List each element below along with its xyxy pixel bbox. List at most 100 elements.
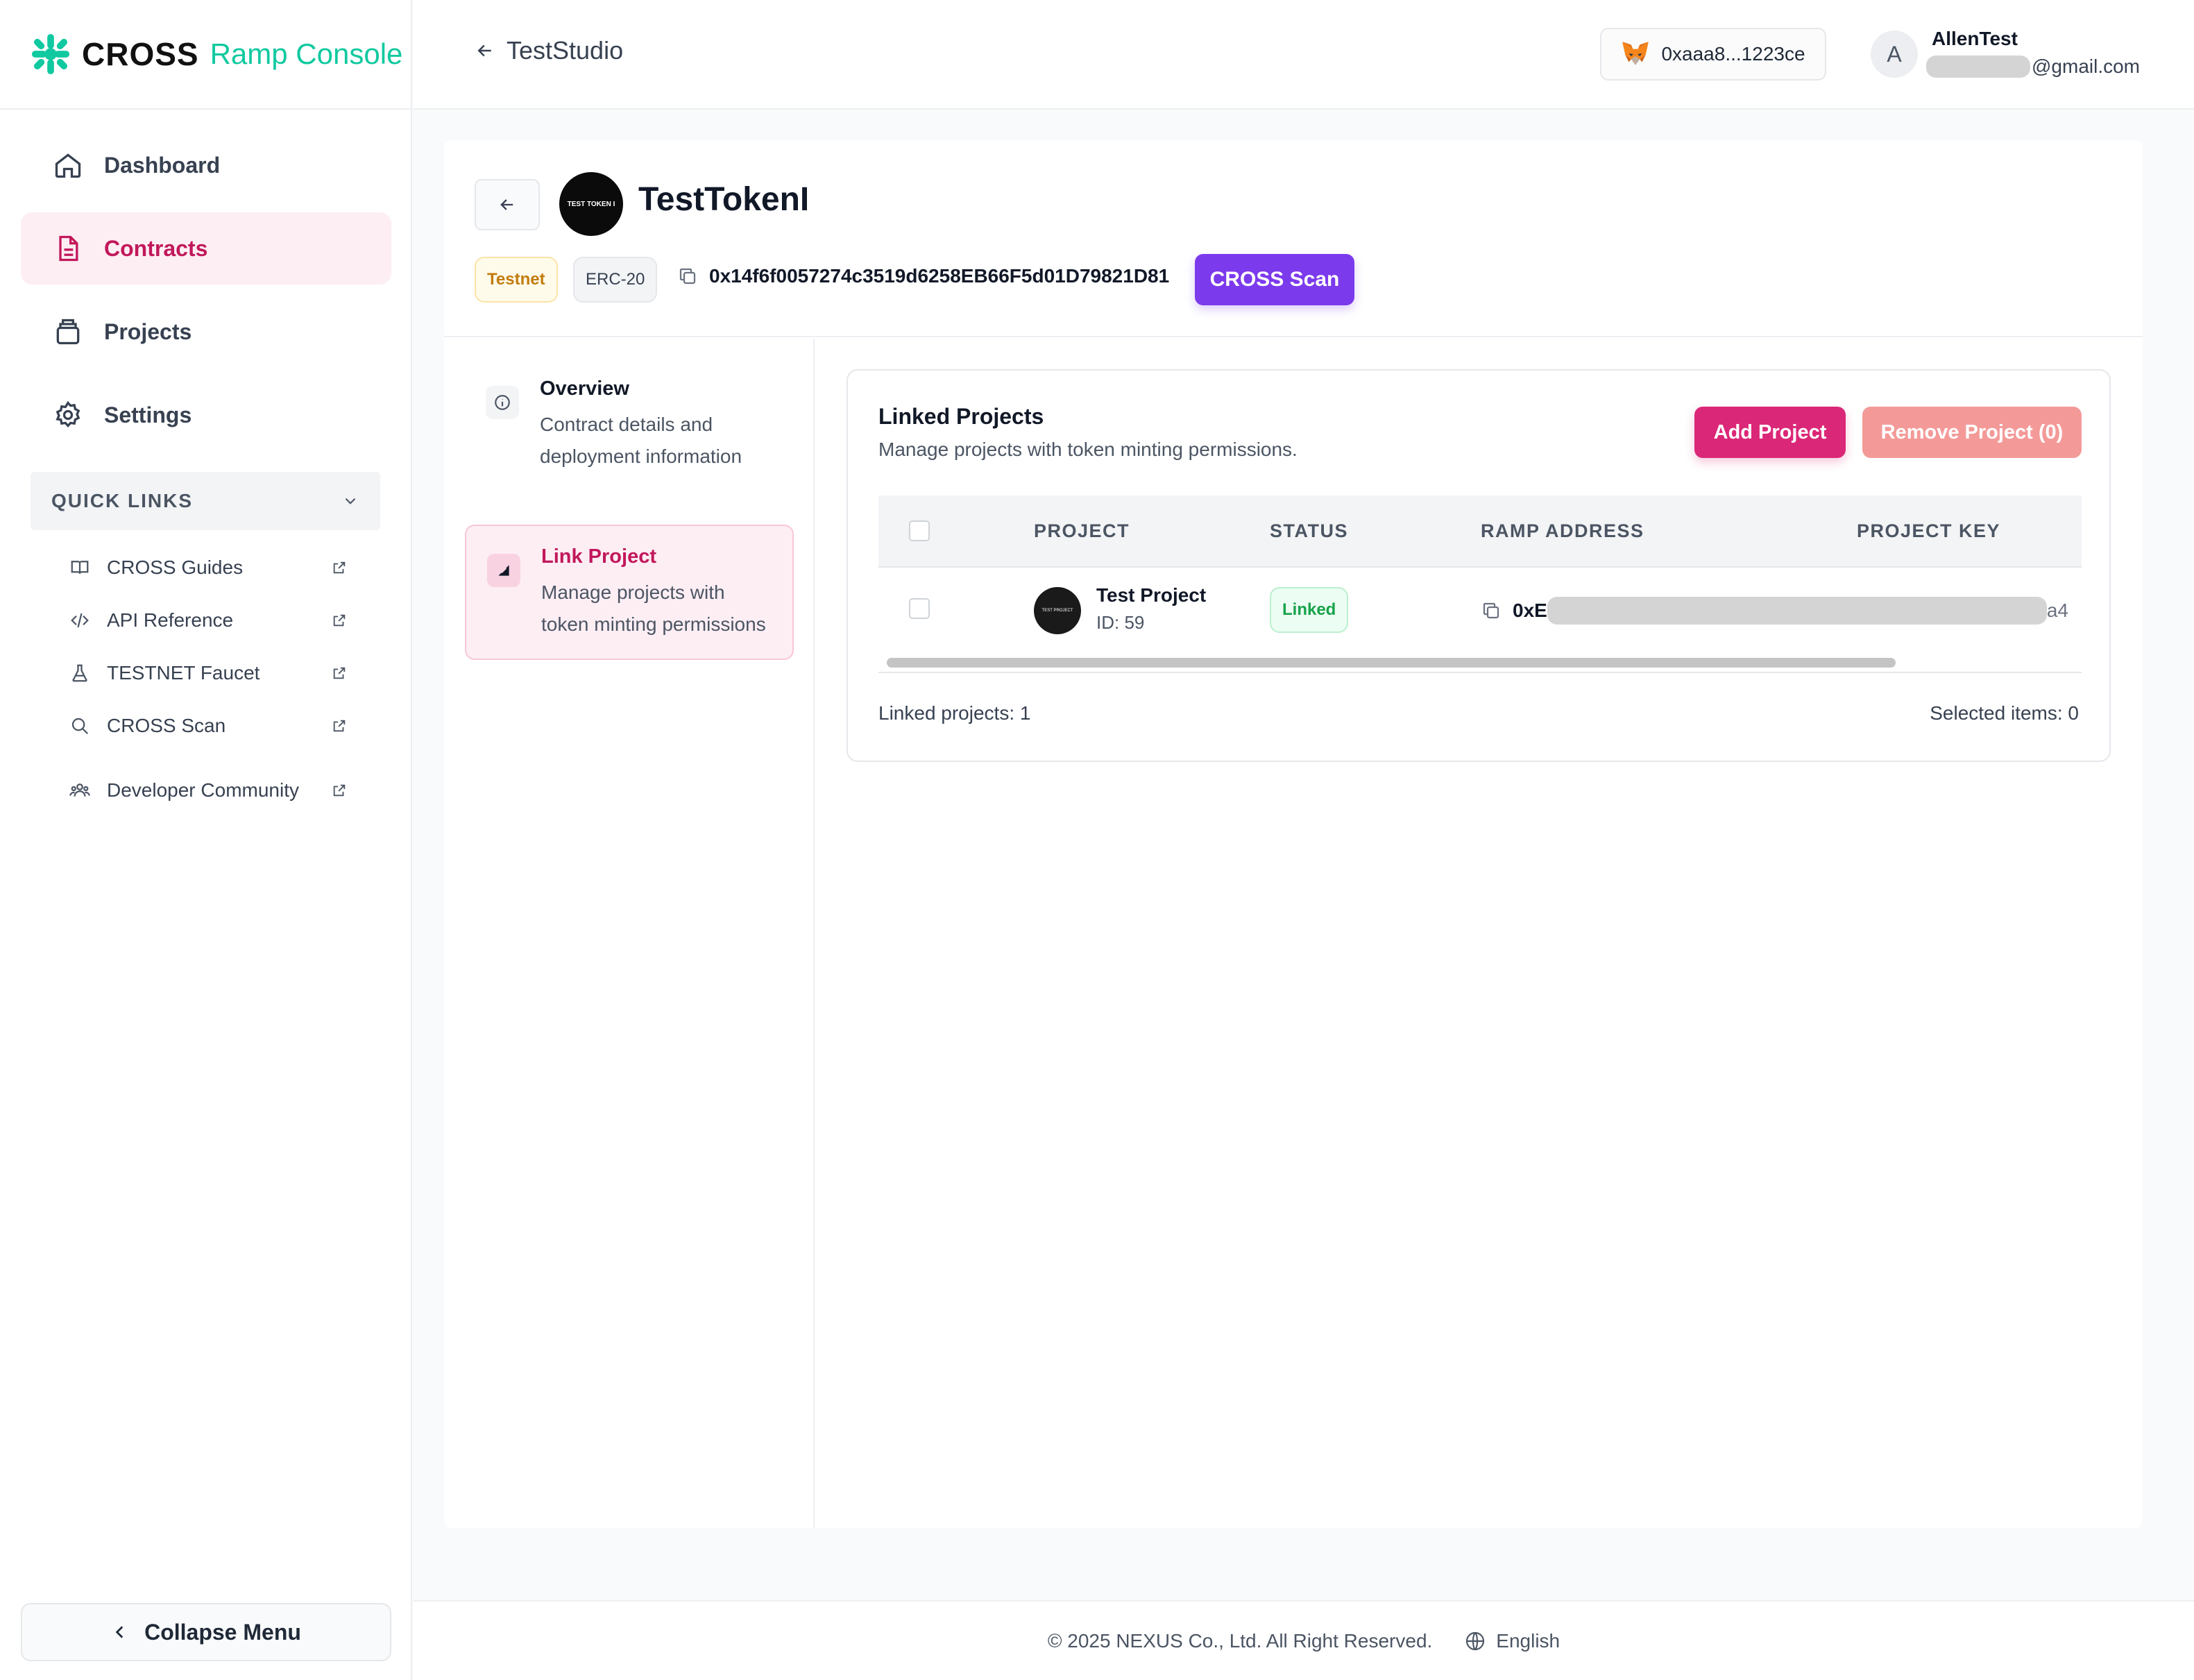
table-header: PROJECT STATUS RAMP ADDRESS PROJECT KEY <box>878 495 2082 568</box>
linked-projects-panel: Linked Projects Manage projects with tok… <box>847 369 2111 762</box>
token-header: TEST TOKEN I TestTokenI Testnet ERC-20 0… <box>444 140 2143 337</box>
linked-projects-table: PROJECT STATUS RAMP ADDRESS PROJECT KEY … <box>878 495 2082 650</box>
quick-link-label: API Reference <box>107 609 234 631</box>
step-description: Manage projects with token minting permi… <box>541 582 766 635</box>
copy-icon[interactable] <box>1481 600 1502 621</box>
arrow-left-icon <box>477 44 491 57</box>
select-all-checkbox[interactable] <box>909 520 930 541</box>
main-nav: Dashboard Contracts Projects Settings <box>21 129 391 462</box>
column-header-project-key[interactable]: PROJECT KEY <box>1857 520 2000 542</box>
contract-address: 0x14f6f0057274c3519d6258EB66F5d01D79821D… <box>677 265 1169 287</box>
column-header-status[interactable]: STATUS <box>1270 520 1348 542</box>
token-logo: TEST TOKEN I <box>559 172 623 236</box>
user-name: AllenTest <box>1932 28 2018 49</box>
copy-icon[interactable] <box>677 266 698 287</box>
contract-address-text: 0x14f6f0057274c3519d6258EB66F5d01D79821D… <box>709 265 1170 287</box>
contract-steps: Overview Contract details and deployment… <box>444 339 815 1528</box>
sidebar: CROSS Ramp Console Dashboard Contracts P… <box>0 0 412 1680</box>
metamask-fox-icon <box>1622 42 1649 65</box>
brand-name: CROSS <box>82 36 199 72</box>
home-icon <box>55 153 81 178</box>
ramp-address-redaction <box>1547 597 2047 625</box>
globe-icon <box>1466 1631 1485 1650</box>
contract-detail-card: TEST TOKEN I TestTokenI Testnet ERC-20 0… <box>444 140 2143 1528</box>
table-row: TEST PROJECT Test Project ID: 59 Linked … <box>878 569 2082 650</box>
step-overview[interactable]: Overview Contract details and deployment… <box>465 358 794 491</box>
book-icon <box>71 561 89 574</box>
token-standard-badge: ERC-20 <box>573 257 658 303</box>
column-header-project[interactable]: PROJECT <box>1034 520 1130 542</box>
step-link-project[interactable]: Link Project Manage projects with token … <box>465 525 794 660</box>
token-name: TestTokenI <box>638 181 810 218</box>
external-link-icon <box>333 784 346 797</box>
brand-logo[interactable]: CROSS Ramp Console <box>0 0 411 110</box>
collapse-menu-button[interactable]: Collapse Menu <box>21 1603 391 1661</box>
project-id: ID: 59 <box>1096 612 1145 633</box>
nav-item-projects[interactable]: Projects <box>21 296 391 368</box>
nav-item-contracts[interactable]: Contracts <box>21 212 391 285</box>
quick-link-cross-guides[interactable]: CROSS Guides <box>69 541 347 594</box>
remove-project-button[interactable]: Remove Project (0) <box>1862 407 2082 458</box>
email-domain: @gmail.com <box>2032 56 2141 77</box>
linked-projects-count: Linked projects: 1 <box>878 702 1031 724</box>
project-logo: TEST PROJECT <box>1034 587 1081 634</box>
quick-link-developer-community[interactable]: Developer Community <box>69 752 347 829</box>
nav-item-dashboard[interactable]: Dashboard <box>21 129 391 201</box>
folder-icon <box>56 319 80 345</box>
back-button[interactable] <box>475 179 540 230</box>
quick-link-label: CROSS Guides <box>107 557 244 578</box>
quick-link-label: TESTNET Faucet <box>107 662 260 684</box>
column-header-ramp-address[interactable]: RAMP ADDRESS <box>1481 520 1644 542</box>
arrow-left-icon <box>500 199 513 210</box>
wallet-button[interactable]: 0xaaa8...1223ce <box>1600 28 1826 80</box>
code-icon <box>71 613 89 628</box>
panel-title: Linked Projects <box>878 404 1044 429</box>
quick-link-api-reference[interactable]: API Reference <box>69 594 347 647</box>
external-link-icon <box>333 667 346 679</box>
info-icon <box>486 386 519 419</box>
top-bar: TestStudio 0xaaa8...1223ce A AllenTest @… <box>414 0 2194 110</box>
collapse-menu-label: Collapse Menu <box>144 1619 301 1645</box>
quick-links-toggle[interactable]: QUICK LINKS <box>31 472 380 530</box>
quick-links-list: CROSS Guides API Reference TESTNET Fauce… <box>69 541 347 829</box>
external-link-icon <box>333 561 346 574</box>
external-link-icon <box>333 614 346 627</box>
nav-item-settings[interactable]: Settings <box>21 379 391 451</box>
back-to-studio-link[interactable]: TestStudio <box>475 36 623 65</box>
document-icon <box>59 235 78 262</box>
email-redaction <box>1926 56 2030 78</box>
row-checkbox[interactable] <box>909 598 930 619</box>
quick-link-cross-scan[interactable]: CROSS Scan <box>69 699 347 752</box>
quick-link-testnet-faucet[interactable]: TESTNET Faucet <box>69 647 347 699</box>
add-project-button[interactable]: Add Project <box>1694 407 1846 458</box>
table-horizontal-scrollbar[interactable] <box>887 658 1896 668</box>
nav-label: Dashboard <box>104 152 221 178</box>
search-icon <box>71 718 89 735</box>
language-label: English <box>1496 1629 1561 1652</box>
selected-items-count: Selected items: 0 <box>1930 702 2079 724</box>
ramp-address-suffix: a4 <box>2046 600 2068 621</box>
community-icon <box>69 783 90 797</box>
quick-link-label: Developer Community <box>107 779 299 801</box>
project-name[interactable]: Test Project <box>1096 584 1206 606</box>
language-selector[interactable]: English <box>1464 1630 1560 1652</box>
external-link-icon <box>333 720 346 732</box>
network-badge: Testnet <box>475 257 558 303</box>
user-email: @gmail.com <box>1926 56 2140 78</box>
step-description: Contract details and deployment informat… <box>540 414 742 467</box>
step-title: Link Project <box>541 545 656 568</box>
cross-scan-button[interactable]: CROSS Scan <box>1195 254 1354 305</box>
panel-divider <box>878 672 2082 673</box>
cross-logo-icon <box>31 34 70 74</box>
ramp-address: 0xE a4 <box>1481 597 2068 625</box>
panel-subtitle: Manage projects with token minting permi… <box>878 439 1298 460</box>
chevron-left-icon <box>115 1626 124 1638</box>
copyright-text: © 2025 NEXUS Co., Ltd. All Right Reserve… <box>1047 1629 1433 1652</box>
nav-label: Projects <box>104 319 192 344</box>
flask-icon <box>72 664 87 682</box>
link-project-icon <box>487 554 520 587</box>
wallet-address: 0xaaa8...1223ce <box>1661 43 1805 65</box>
nav-label: Contracts <box>104 235 208 261</box>
avatar[interactable]: A <box>1871 31 1918 78</box>
ramp-address-prefix: 0xE <box>1513 600 1547 621</box>
